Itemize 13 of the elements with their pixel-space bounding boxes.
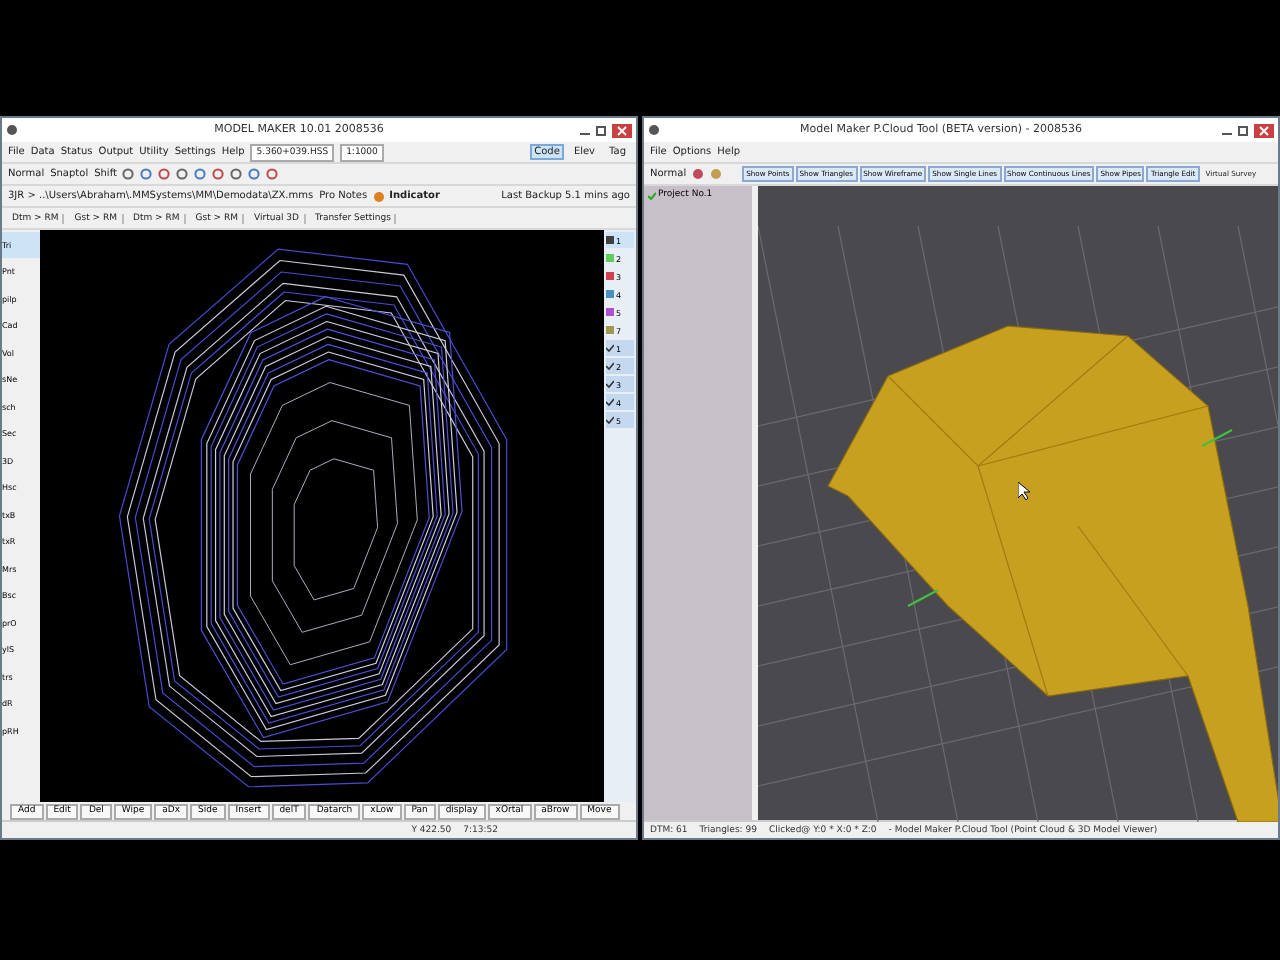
close-icon[interactable] [612,123,632,137]
check-icon [606,362,614,370]
close-icon[interactable] [1254,123,1274,137]
check-icon [606,416,614,424]
check-icon [606,380,614,388]
maximize-icon[interactable] [596,125,606,135]
check-icon [606,398,614,406]
record-icon[interactable] [692,168,705,180]
cursor-icon [1018,482,1030,500]
app-icon [6,124,18,136]
app-icon [648,124,660,136]
maximize-icon[interactable] [1238,125,1248,135]
check-icon [606,344,614,352]
